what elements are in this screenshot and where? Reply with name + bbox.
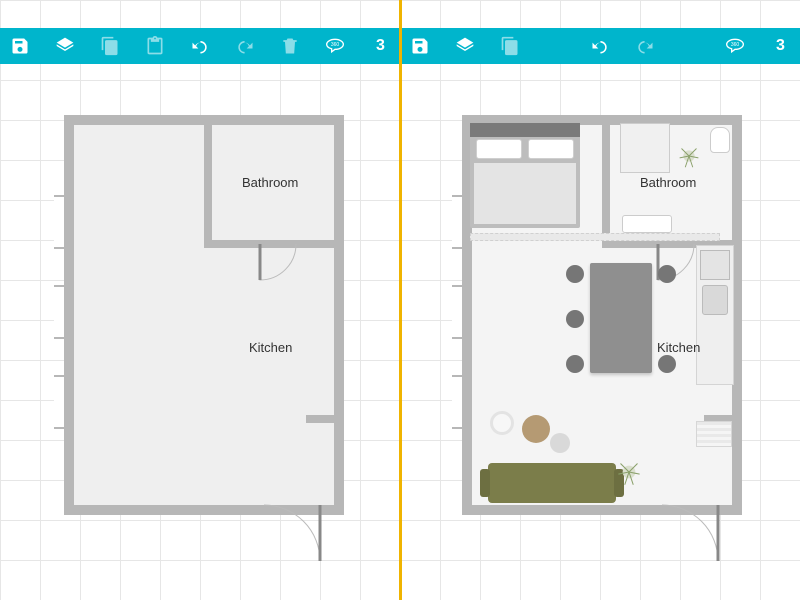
window[interactable] (54, 375, 64, 429)
undo-icon[interactable] (588, 34, 611, 58)
layers-icon[interactable] (453, 34, 476, 58)
plant[interactable] (612, 455, 646, 489)
stool[interactable] (566, 265, 584, 283)
save-icon[interactable] (8, 34, 31, 58)
armchair[interactable] (490, 411, 514, 435)
window[interactable] (452, 375, 462, 429)
inner-wall[interactable] (602, 115, 610, 245)
view-360-icon[interactable]: 360 (324, 34, 347, 58)
stool[interactable] (658, 265, 676, 283)
shower[interactable] (620, 123, 670, 173)
redo-icon[interactable] (234, 34, 257, 58)
delete-icon[interactable] (279, 34, 302, 58)
stool[interactable] (658, 355, 676, 373)
rug[interactable] (470, 233, 720, 241)
layers-icon[interactable] (53, 34, 76, 58)
window[interactable] (452, 285, 462, 339)
view-3d-button[interactable]: 3 (769, 34, 792, 58)
svg-text:360: 360 (731, 42, 740, 48)
view-3d-button[interactable]: 3 (369, 34, 392, 58)
bed[interactable] (470, 123, 580, 228)
vertical-divider (399, 0, 402, 600)
stool[interactable] (566, 310, 584, 328)
floorplan-left[interactable]: Bathroom Kitchen (64, 115, 344, 515)
save-icon[interactable] (408, 34, 431, 58)
app-viewport: 360 3 360 3 (0, 0, 800, 600)
copy-icon[interactable] (498, 34, 521, 58)
inner-wall[interactable] (306, 415, 334, 423)
window[interactable] (54, 285, 64, 339)
toolbar-left: 360 3 (0, 28, 400, 64)
floorplan-right[interactable]: Bathroom Kitchen (462, 115, 742, 515)
view-360-icon[interactable]: 360 (724, 34, 747, 58)
bathroom-sink[interactable] (622, 215, 672, 233)
kitchen-sink[interactable] (702, 285, 728, 315)
toolbar-right: 360 3 (400, 28, 800, 64)
inner-wall[interactable] (204, 240, 334, 248)
stove[interactable] (700, 250, 730, 280)
undo-icon[interactable] (188, 34, 211, 58)
plant[interactable] (674, 141, 704, 171)
paste-icon[interactable] (143, 34, 166, 58)
window[interactable] (54, 195, 64, 249)
svg-text:360: 360 (331, 42, 340, 48)
toilet[interactable] (710, 127, 730, 153)
window[interactable] (452, 195, 462, 249)
kitchen-island[interactable] (590, 263, 652, 373)
redo-icon[interactable] (634, 34, 657, 58)
sofa[interactable] (488, 463, 616, 503)
bench[interactable] (696, 421, 732, 447)
ottoman[interactable] (550, 433, 570, 453)
copy-icon[interactable] (98, 34, 121, 58)
inner-wall[interactable] (204, 115, 212, 245)
stool[interactable] (566, 355, 584, 373)
coffee-table[interactable] (522, 415, 550, 443)
